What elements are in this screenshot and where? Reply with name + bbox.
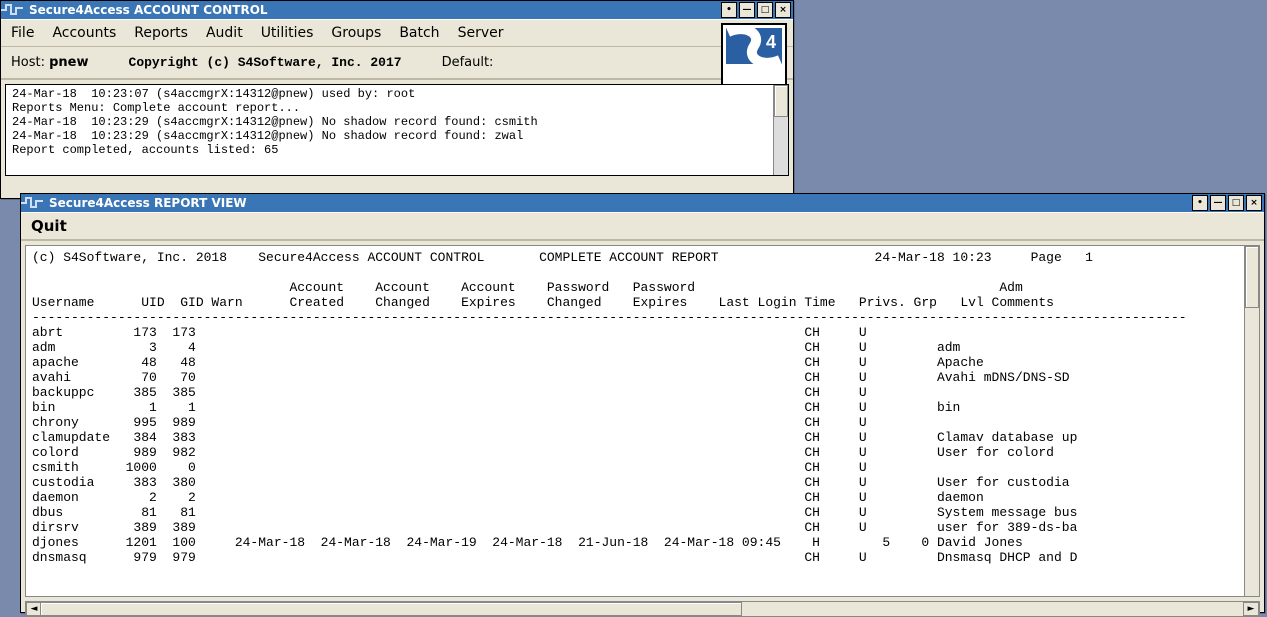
report-vscroll[interactable] bbox=[1244, 246, 1259, 596]
menu-groups[interactable]: Groups bbox=[331, 25, 381, 41]
close-window-button[interactable]: × bbox=[1246, 195, 1262, 211]
dot-window-button[interactable]: • bbox=[721, 2, 737, 18]
menu-utilities[interactable]: Utilities bbox=[261, 25, 314, 41]
copyright: Copyright (c) S4Software, Inc. 2017 bbox=[129, 55, 402, 70]
default-label: Default: bbox=[442, 55, 494, 70]
report-content: (c) S4Software, Inc. 2018 Secure4Access … bbox=[32, 250, 1187, 565]
minimize-window-button[interactable]: — bbox=[1210, 195, 1226, 211]
hscroll-right-arrow-icon[interactable]: ► bbox=[1243, 602, 1259, 616]
log-pane: 24-Mar-18 10:23:07 (s4accmgrX:14312@pnew… bbox=[5, 84, 789, 176]
report-window: Secure4Access REPORT VIEW • — □ × Quit (… bbox=[20, 193, 1265, 613]
dot-window-button[interactable]: • bbox=[1192, 195, 1208, 211]
menu-audit[interactable]: Audit bbox=[206, 25, 243, 41]
close-window-button[interactable]: × bbox=[775, 2, 791, 18]
report-hscroll-thumb[interactable] bbox=[40, 602, 742, 616]
log-vscroll-thumb[interactable] bbox=[774, 85, 788, 117]
titlebar-decor-icon bbox=[21, 194, 43, 212]
report-vscroll-thumb[interactable] bbox=[1245, 246, 1259, 308]
menu-batch[interactable]: Batch bbox=[399, 25, 439, 41]
log-content: 24-Mar-18 10:23:07 (s4accmgrX:14312@pnew… bbox=[12, 87, 538, 157]
quit-button[interactable]: Quit bbox=[31, 217, 67, 235]
main-window-title: Secure4Access ACCOUNT CONTROL bbox=[23, 3, 268, 17]
menubar: File Accounts Reports Audit Utilities Gr… bbox=[1, 19, 793, 47]
report-titlebar[interactable]: Secure4Access REPORT VIEW • — □ × bbox=[21, 194, 1264, 212]
svg-text:4: 4 bbox=[766, 32, 776, 52]
menu-server[interactable]: Server bbox=[458, 25, 504, 41]
info-line: Host: pnew Copyright (c) S4Software, Inc… bbox=[1, 47, 793, 80]
menu-accounts[interactable]: Accounts bbox=[52, 25, 116, 41]
menu-file[interactable]: File bbox=[11, 25, 34, 41]
maximize-window-button[interactable]: □ bbox=[757, 2, 773, 18]
main-window: Secure4Access ACCOUNT CONTROL • — □ × Fi… bbox=[0, 0, 794, 199]
report-pane: (c) S4Software, Inc. 2018 Secure4Access … bbox=[25, 245, 1260, 597]
log-vscroll[interactable] bbox=[773, 85, 788, 175]
main-titlebar[interactable]: Secure4Access ACCOUNT CONTROL • — □ × bbox=[1, 1, 793, 19]
host-label: Host: bbox=[11, 55, 45, 70]
host-value: pnew bbox=[49, 55, 88, 70]
titlebar-decor-icon bbox=[1, 1, 23, 19]
menu-reports[interactable]: Reports bbox=[134, 25, 188, 41]
maximize-window-button[interactable]: □ bbox=[1228, 195, 1244, 211]
s4-logo-icon: 4 bbox=[721, 23, 787, 89]
minimize-window-button[interactable]: — bbox=[739, 2, 755, 18]
report-window-title: Secure4Access REPORT VIEW bbox=[43, 196, 247, 210]
